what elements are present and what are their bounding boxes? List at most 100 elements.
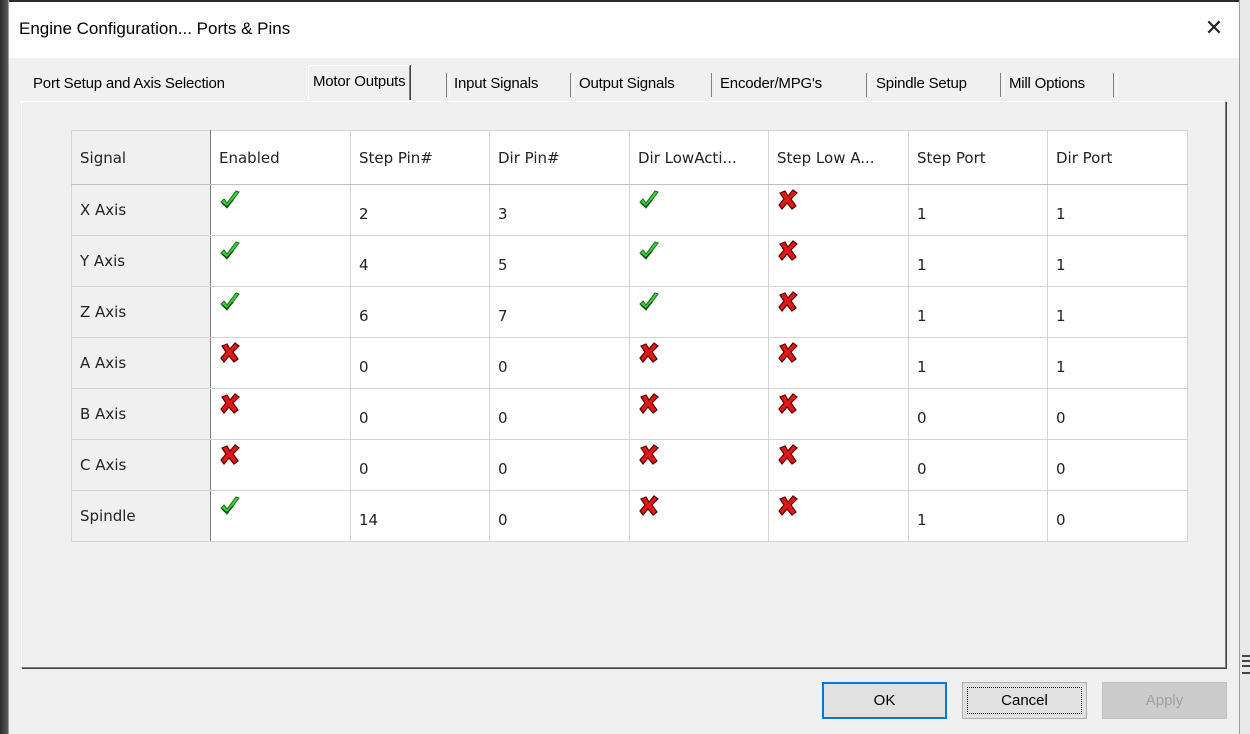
enabled-cell[interactable]: [210, 235, 351, 287]
enabled-cell[interactable]: [210, 388, 351, 440]
tab-mill-options[interactable]: Mill Options: [1009, 69, 1085, 99]
dir-low-active-cell[interactable]: [629, 490, 769, 542]
green-check-icon: [219, 189, 241, 211]
red-x-icon: [777, 291, 799, 313]
step-pin-cell[interactable]: 4: [350, 235, 490, 287]
enabled-cell[interactable]: [210, 286, 351, 338]
dir-port-cell[interactable]: 1: [1047, 235, 1188, 287]
tab-port-setup[interactable]: Port Setup and Axis Selection: [33, 69, 225, 99]
dir-port-cell[interactable]: 0: [1047, 388, 1188, 440]
column-header-dir-low-active[interactable]: Dir LowActi...: [629, 130, 769, 185]
column-header-enabled[interactable]: Enabled: [210, 130, 351, 185]
green-check-icon: [219, 291, 241, 313]
dir-port-cell[interactable]: 1: [1047, 286, 1188, 338]
table-row: Z Axis 6 7 1 1: [71, 286, 1188, 338]
title-bar[interactable]: Engine Configuration... Ports & Pins ✕: [9, 0, 1239, 58]
column-header-step-port[interactable]: Step Port: [908, 130, 1048, 185]
column-header-step-pin[interactable]: Step Pin#: [350, 130, 490, 185]
dir-port-cell[interactable]: 0: [1047, 490, 1188, 542]
dir-port-cell[interactable]: 1: [1047, 337, 1188, 389]
tab-motor-outputs[interactable]: Motor Outputs: [308, 65, 411, 100]
dir-low-active-cell[interactable]: [629, 388, 769, 440]
table-row: A Axis 0 0 1 1: [71, 337, 1188, 389]
step-low-active-cell[interactable]: [768, 184, 909, 236]
dir-pin-cell[interactable]: 3: [489, 184, 630, 236]
step-port-cell[interactable]: 1: [908, 490, 1048, 542]
row-header-signal[interactable]: A Axis: [71, 337, 211, 389]
red-x-icon: [219, 393, 241, 415]
column-header-step-low-active[interactable]: Step Low A...: [768, 130, 909, 185]
row-header-signal[interactable]: C Axis: [71, 439, 211, 491]
ok-button[interactable]: OK: [822, 682, 947, 719]
step-pin-cell[interactable]: 14: [350, 490, 490, 542]
column-header-dir-pin[interactable]: Dir Pin#: [489, 130, 630, 185]
tab-output-signals[interactable]: Output Signals: [579, 69, 675, 99]
background-strip: [0, 0, 8, 734]
red-x-icon: [777, 393, 799, 415]
step-port-cell[interactable]: 0: [908, 439, 1048, 491]
dir-low-active-cell[interactable]: [629, 337, 769, 389]
red-x-icon: [219, 444, 241, 466]
step-low-active-cell[interactable]: [768, 388, 909, 440]
dir-low-active-cell[interactable]: [629, 439, 769, 491]
dir-pin-cell[interactable]: 5: [489, 235, 630, 287]
tab-input-signals[interactable]: Input Signals: [454, 69, 538, 99]
dir-pin-cell[interactable]: 0: [489, 439, 630, 491]
column-header-dir-port[interactable]: Dir Port: [1047, 130, 1188, 185]
enabled-cell[interactable]: [210, 439, 351, 491]
enabled-cell[interactable]: [210, 490, 351, 542]
row-header-signal[interactable]: Spindle: [71, 490, 211, 542]
step-pin-cell[interactable]: 0: [350, 337, 490, 389]
step-pin-cell[interactable]: 6: [350, 286, 490, 338]
config-dialog: Engine Configuration... Ports & Pins ✕ P…: [8, 0, 1240, 734]
step-port-cell[interactable]: 1: [908, 235, 1048, 287]
row-header-signal[interactable]: X Axis: [71, 184, 211, 236]
red-x-icon: [638, 342, 660, 364]
row-header-signal[interactable]: B Axis: [71, 388, 211, 440]
row-header-signal[interactable]: Y Axis: [71, 235, 211, 287]
step-low-active-cell[interactable]: [768, 490, 909, 542]
tab-separator: [866, 73, 870, 97]
step-low-active-cell[interactable]: [768, 337, 909, 389]
tab-encoder-mpgs[interactable]: Encoder/MPG's: [720, 69, 822, 99]
red-x-icon: [638, 444, 660, 466]
green-check-icon: [219, 495, 241, 517]
enabled-cell[interactable]: [210, 184, 351, 236]
green-check-icon: [219, 240, 241, 262]
step-low-active-cell[interactable]: [768, 439, 909, 491]
enabled-cell[interactable]: [210, 337, 351, 389]
dir-port-cell[interactable]: 0: [1047, 439, 1188, 491]
dir-pin-cell[interactable]: 0: [489, 337, 630, 389]
red-x-icon: [777, 444, 799, 466]
red-x-icon: [777, 189, 799, 211]
step-pin-cell[interactable]: 2: [350, 184, 490, 236]
row-header-signal[interactable]: Z Axis: [71, 286, 211, 338]
dir-low-active-cell[interactable]: [629, 235, 769, 287]
column-header-signal[interactable]: Signal: [71, 130, 211, 185]
step-pin-cell[interactable]: 0: [350, 439, 490, 491]
red-x-icon: [777, 495, 799, 517]
grid-header-row: Signal Enabled Step Pin# Dir Pin# Dir Lo…: [71, 130, 1188, 185]
step-low-active-cell[interactable]: [768, 235, 909, 287]
focus-rectangle: [967, 687, 1082, 714]
cancel-button[interactable]: Cancel: [962, 682, 1087, 719]
step-port-cell[interactable]: 0: [908, 388, 1048, 440]
dir-pin-cell[interactable]: 0: [489, 490, 630, 542]
step-port-cell[interactable]: 1: [908, 337, 1048, 389]
apply-button[interactable]: Apply: [1102, 682, 1227, 719]
step-pin-cell[interactable]: 0: [350, 388, 490, 440]
close-button[interactable]: ✕: [1199, 14, 1229, 42]
step-port-cell[interactable]: 1: [908, 184, 1048, 236]
step-port-cell[interactable]: 1: [908, 286, 1048, 338]
tab-separator: [1000, 73, 1004, 97]
dir-pin-cell[interactable]: 7: [489, 286, 630, 338]
dir-port-cell[interactable]: 1: [1047, 184, 1188, 236]
dir-low-active-cell[interactable]: [629, 286, 769, 338]
dir-pin-cell[interactable]: 0: [489, 388, 630, 440]
dir-low-active-cell[interactable]: [629, 184, 769, 236]
tab-spindle-setup[interactable]: Spindle Setup: [876, 69, 967, 99]
green-check-icon: [638, 291, 660, 313]
tab-separator: [711, 73, 715, 97]
red-x-icon: [219, 342, 241, 364]
step-low-active-cell[interactable]: [768, 286, 909, 338]
